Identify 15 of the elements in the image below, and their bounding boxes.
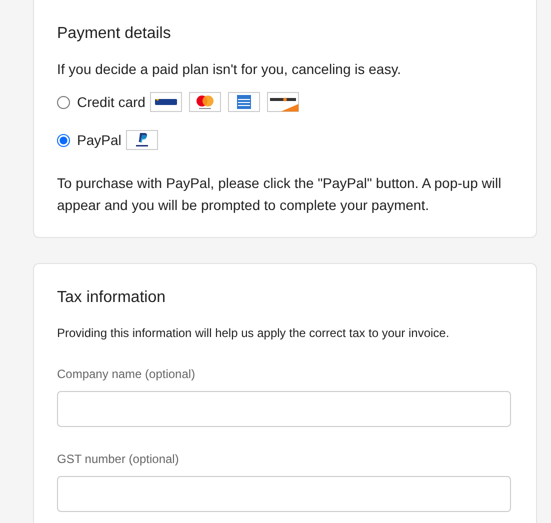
intro-text: Providing this information will help us apply the correct tax to your invoice. — [57, 325, 450, 342]
intro-text: If you decide a paid plan isn't for you, canceling is easy. — [57, 60, 402, 79]
payment-radio[interactable] — [57, 96, 70, 108]
field-label: GST number (optional) — [57, 451, 180, 467]
section-title: Tax information — [57, 288, 166, 308]
mastercard-icon — [189, 92, 222, 112]
payment-radio[interactable] — [57, 134, 70, 146]
paypal-icon — [126, 130, 158, 150]
input-field[interactable] — [57, 391, 511, 427]
input-field[interactable] — [57, 476, 511, 512]
section-title: Payment details — [57, 24, 172, 44]
option-label: PayPal — [77, 132, 122, 148]
paypal-note: To purchase with PayPal, please click the "PayPal" button. A pop-up will appear and you will be prompted to complete your payment. — [57, 174, 502, 215]
option-label: Credit card — [77, 94, 146, 110]
field-label: Company name (optional) — [57, 366, 196, 382]
